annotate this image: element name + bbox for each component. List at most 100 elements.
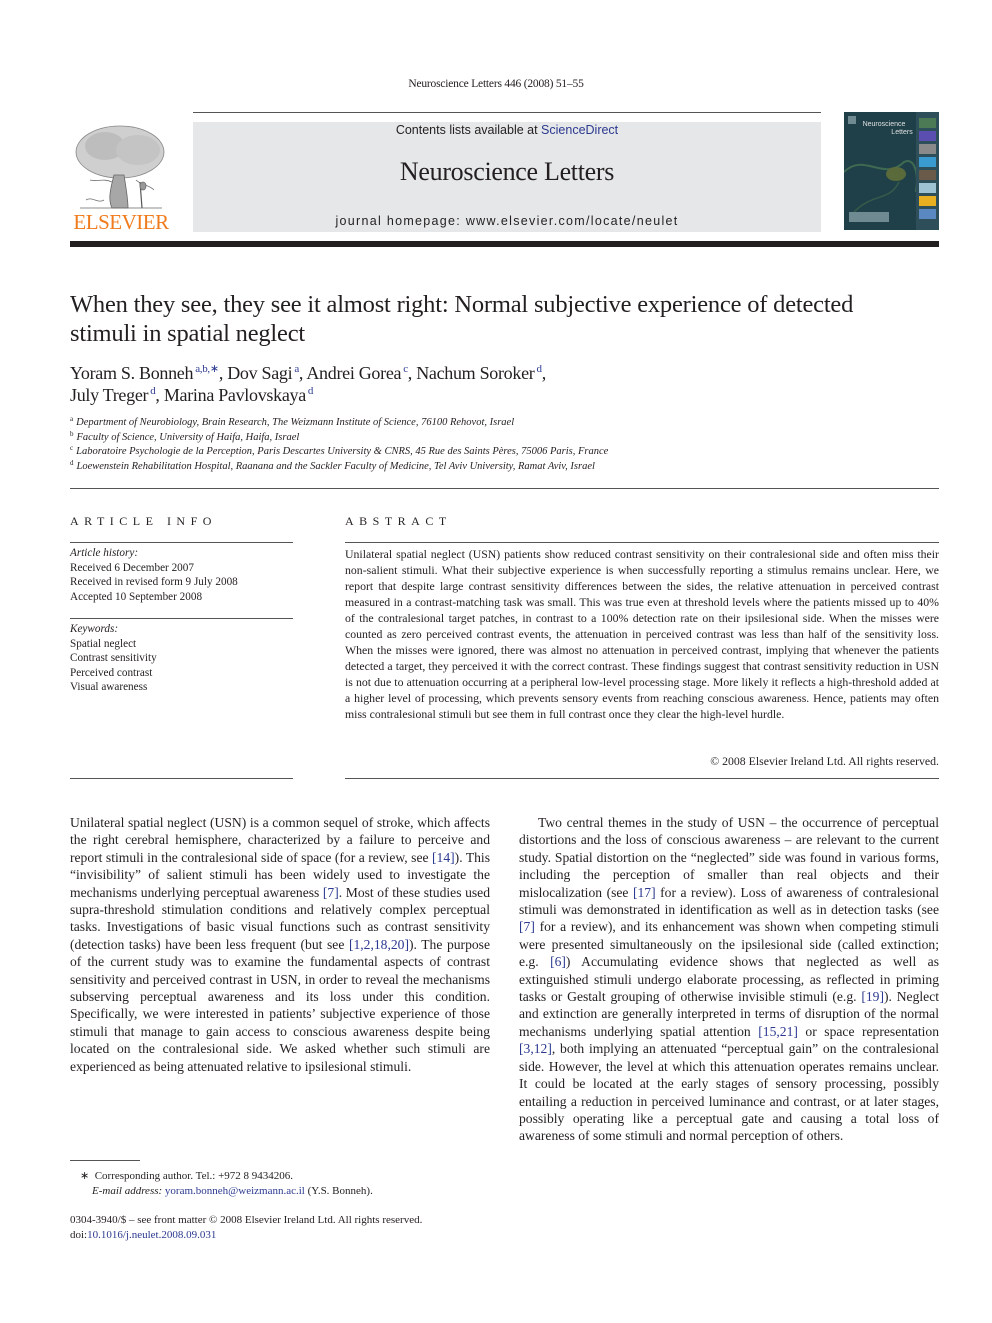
affiliation-text: Laboratoire Psychologie de la Perception… (76, 446, 609, 457)
affiliation-key: d (70, 458, 74, 467)
elsevier-wordmark: ELSEVIER (73, 210, 169, 234)
doi-label: doi: (70, 1229, 88, 1241)
body-text: or space representation (797, 1023, 939, 1039)
affiliation-key: c (70, 444, 74, 452)
citation-link[interactable]: [19] (861, 989, 884, 1004)
email-label: E-mail address: (92, 1185, 165, 1197)
author-list: Yoram S. Bonneh a,b,∗, Dov Sagi a, Andrei … (70, 362, 870, 406)
citation-link[interactable]: [15,21] (758, 1024, 798, 1039)
article-title: When they see, they see it almost right:… (70, 291, 854, 347)
article-info-heading: ARTICLE INFO (70, 514, 217, 528)
author-separator: , (407, 363, 417, 383)
affiliation: c Laboratoire Psychologie de la Perceptio… (70, 445, 950, 460)
journal-title: Neuroscience Letters (399, 157, 615, 186)
abstract-rule (345, 542, 939, 543)
corresponding-author-text: Corresponding author. Tel.: +972 8 94342… (94, 1170, 294, 1182)
email-link[interactable]: yoram.bonneh@weizmann.ac.il (165, 1185, 305, 1197)
author: Marina Pavlovskaya d (163, 385, 314, 405)
email-suffix: (Y.S. Bonneh). (304, 1185, 373, 1197)
citation-link[interactable]: [3,12] (519, 1041, 552, 1056)
body-text: , both implying an attenuated “perceptua… (519, 1041, 939, 1144)
issn-line: 0304-3940/$ – see front matter © 2008 El… (70, 1214, 423, 1226)
top-rule (193, 112, 821, 113)
abstract-rule (345, 778, 939, 779)
abstract-text: Unilateral spatial neglect (USN) patient… (345, 547, 939, 721)
article-info-rule (70, 618, 293, 619)
affiliation: a Department of Neurobiology, Brain Resea… (70, 416, 950, 431)
contents-line: Contents lists available at ScienceDirec… (193, 123, 821, 137)
sciencedirect-link[interactable]: ScienceDirect (541, 123, 618, 137)
cover-title-line1: Neuroscience (863, 121, 906, 128)
keyword: Perceived contrast (70, 666, 153, 679)
doi-link[interactable]: 10.1016/j.neulet.2008.09.031 (87, 1229, 216, 1241)
affiliation: b Faculty of Science, University of Haifa… (70, 429, 950, 446)
article-history: Article history: Received 6 December 200… (70, 546, 300, 604)
footnote-rule (70, 1160, 140, 1161)
history-item: Received in revised form 9 July 2008 (70, 576, 238, 588)
homepage-url[interactable]: www.elsevier.com/locate/neulet (466, 214, 679, 228)
citation-link[interactable]: [7] (519, 919, 535, 934)
abstract-heading: ABSTRACT (345, 514, 452, 528)
footnote-marker: ∗ (80, 1170, 90, 1182)
author-affiliation-marker[interactable]: d (308, 385, 314, 397)
homepage-prefix: journal homepage: (335, 214, 466, 228)
author-name: Dov Sagi (227, 363, 293, 383)
author: Dov Sagi a, (227, 363, 306, 383)
body-column-right: Two central themes in the study of USN –… (519, 814, 939, 1145)
affiliation-text: Loewenstein Rehabilitation Hospital, Raa… (76, 460, 595, 472)
footnote-email-line: E-mail address: yoram.bonneh@weizmann.ac… (80, 1184, 510, 1199)
contents-prefix: Contents lists available at (395, 123, 542, 137)
author: Andrei Gorea c, (306, 363, 416, 383)
cover-artwork: Neuroscience Letters (844, 112, 939, 230)
body-text: Unilateral spatial neglect (USN) is a co… (70, 815, 490, 865)
journal-cover-image: Neuroscience Letters (844, 112, 939, 230)
author-name: Nachum Soroker (416, 363, 535, 383)
citation-link[interactable]: [1,2,18,20] (349, 937, 409, 952)
article-history-label: Article history: (70, 547, 139, 559)
cover-title-line2: Letters (891, 129, 913, 136)
affiliation: d Loewenstein Rehabilitation Hospital, Ra… (70, 458, 950, 475)
citation-link[interactable]: [7] (323, 885, 339, 900)
article-info-rule (70, 542, 293, 543)
affiliations: a Department of Neurobiology, Brain Resea… (70, 416, 950, 474)
author-name: Andrei Gorea (306, 363, 402, 383)
keyword: Contrast sensitivity (70, 652, 157, 664)
author-separator: , (218, 363, 228, 383)
affiliation-text: Faculty of Science, University of Haifa,… (76, 431, 300, 443)
keyword: Spatial neglect (70, 637, 137, 650)
body-paragraph: Two central themes in the study of USN –… (519, 814, 939, 1145)
affiliation-key: a (70, 415, 74, 423)
masthead-thick-rule (70, 241, 939, 247)
abstract-copyright: © 2008 Elsevier Ireland Ltd. All rights … (710, 754, 939, 768)
author: Nachum Soroker d, (416, 363, 546, 383)
footnote-line: ∗ Corresponding author. Tel.: +972 8 943… (80, 1169, 510, 1184)
front-matter: 0304-3940/$ – see front matter © 2008 El… (70, 1213, 510, 1243)
article-info-rule (70, 778, 293, 779)
author-separator: , (541, 363, 547, 383)
keywords-label: Keywords: (70, 623, 119, 635)
affiliation-key: b (70, 429, 74, 438)
corresponding-author-footnote: ∗ Corresponding author. Tel.: +972 8 943… (80, 1169, 510, 1199)
author-affiliation-marker[interactable]: a,b,∗ (195, 363, 219, 375)
citation-link[interactable]: [14] (432, 850, 455, 865)
author-separator: , (155, 385, 164, 405)
history-item: Accepted 10 September 2008 (70, 590, 203, 603)
keyword: Visual awareness (70, 681, 148, 693)
history-item: Received 6 December 2007 (70, 561, 194, 574)
journal-homepage-line: journal homepage: www.elsevier.com/locat… (193, 214, 821, 228)
author: July Treger d, (70, 385, 164, 405)
citation-link[interactable]: [6] (550, 954, 566, 969)
citation-link[interactable]: [17] (633, 885, 656, 900)
body-text: ). The purpose of the current study was … (70, 936, 490, 1074)
keywords: Keywords: Spatial neglect Contrast sensi… (70, 622, 300, 695)
body-paragraph: Unilateral spatial neglect (USN) is a co… (70, 814, 490, 1075)
body-column-left: Unilateral spatial neglect (USN) is a co… (70, 814, 490, 1075)
author-name: Marina Pavlovskaya (163, 385, 306, 405)
doi-line: doi:10.1016/j.neulet.2008.09.031 (70, 1228, 510, 1243)
journal-masthead: Contents lists available at ScienceDirec… (193, 122, 821, 232)
running-head: Neuroscience Letters 446 (2008) 51–55 (408, 78, 584, 90)
header-divider (70, 488, 939, 489)
affiliation-text: Department of Neurobiology, Brain Resear… (76, 417, 515, 428)
author-name: July Treger (70, 385, 149, 405)
author-name: Yoram S. Bonneh (70, 363, 194, 383)
